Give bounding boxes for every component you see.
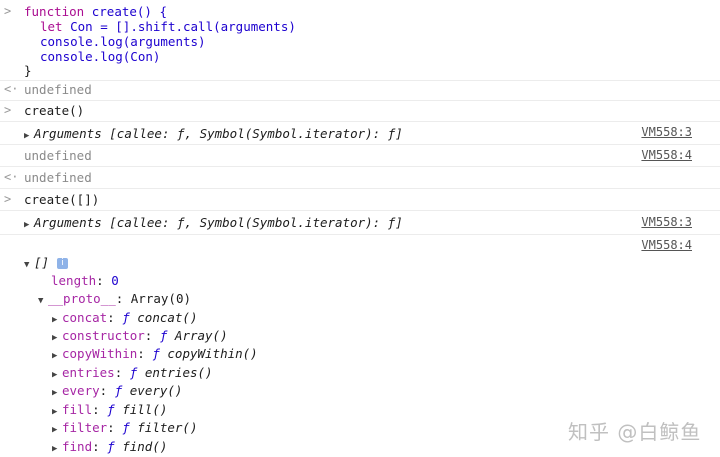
array-root[interactable]: ▼[] i xyxy=(24,255,69,273)
code-line-1: function create() { xyxy=(24,4,168,19)
source-link[interactable]: VM558:3 xyxy=(641,215,692,230)
expand-triangle-icon[interactable]: ▶ xyxy=(52,331,62,346)
command-create: create() xyxy=(24,103,85,118)
console-result-row: <· undefined xyxy=(0,80,720,101)
code-line-5: } xyxy=(24,63,32,78)
input-prompt-icon: > xyxy=(4,4,12,18)
method-filter[interactable]: ▶ filter: ƒ filter() xyxy=(52,420,198,438)
method-concat[interactable]: ▶ concat: ƒ concat() xyxy=(52,310,198,328)
watermark: 知乎 @白鲸鱼 xyxy=(568,420,702,444)
expand-triangle-icon[interactable]: ▶ xyxy=(24,129,34,144)
arguments-object[interactable]: ▶ Arguments [callee: ƒ, Symbol(Symbol.ite… xyxy=(24,126,403,144)
expand-triangle-icon[interactable]: ▶ xyxy=(52,349,62,364)
console-input-row: > function create() { let Con = [].shift… xyxy=(0,0,720,81)
source-link[interactable]: VM558:4 xyxy=(641,148,692,163)
output-prompt-icon: <· xyxy=(4,170,19,184)
result-undefined: undefined xyxy=(24,170,92,185)
log-arguments-row: ▶ Arguments [callee: ƒ, Symbol(Symbol.ite… xyxy=(0,210,720,235)
method-copyWithin[interactable]: ▶ copyWithin: ƒ copyWithin() xyxy=(52,346,258,364)
result-undefined: undefined xyxy=(24,82,92,97)
expand-triangle-icon[interactable]: ▶ xyxy=(52,423,62,438)
arguments-object[interactable]: ▶ Arguments [callee: ƒ, Symbol(Symbol.ite… xyxy=(24,215,403,233)
command-create-array: create([]) xyxy=(24,192,100,207)
expand-triangle-icon[interactable]: ▶ xyxy=(52,386,62,401)
collapse-triangle-icon[interactable]: ▼ xyxy=(38,294,48,309)
source-link[interactable]: VM558:3 xyxy=(641,125,692,140)
expand-triangle-icon[interactable]: ▶ xyxy=(24,218,34,233)
source-link[interactable]: VM558:4 xyxy=(641,238,692,253)
method-every[interactable]: ▶ every: ƒ every() xyxy=(52,383,182,401)
prop-proto[interactable]: ▼ __proto__: Array(0) xyxy=(38,291,191,309)
output-prompt-icon: <· xyxy=(4,82,19,96)
log-arguments-row: ▶ Arguments [callee: ƒ, Symbol(Symbol.ite… xyxy=(0,121,720,145)
code-line-2: let Con = [].shift.call(arguments) xyxy=(40,19,296,34)
console-result-row: <· undefined xyxy=(0,166,720,189)
code-line-3: console.log(arguments) xyxy=(40,34,206,49)
expand-triangle-icon[interactable]: ▶ xyxy=(52,313,62,328)
collapse-triangle-icon[interactable]: ▼ xyxy=(24,258,34,273)
code-line-4: console.log(Con) xyxy=(40,49,161,64)
method-constructor[interactable]: ▶ constructor: ƒ Array() xyxy=(52,328,228,346)
console-input-row-create-array[interactable]: > create([]) xyxy=(0,188,720,211)
log-undefined: undefined xyxy=(24,148,92,163)
input-prompt-icon: > xyxy=(4,103,12,117)
console-input-row-create[interactable]: > create() xyxy=(0,100,720,122)
info-icon[interactable]: i xyxy=(57,258,69,269)
log-undefined-row: undefined VM558:4 xyxy=(0,144,720,167)
prop-length: length: 0 xyxy=(51,273,119,288)
input-prompt-icon: > xyxy=(4,192,12,206)
expand-triangle-icon[interactable]: ▶ xyxy=(52,368,62,383)
method-entries[interactable]: ▶ entries: ƒ entries() xyxy=(52,365,213,383)
method-find[interactable]: ▶ find: ƒ find() xyxy=(52,439,167,457)
method-fill[interactable]: ▶ fill: ƒ fill() xyxy=(52,402,167,420)
expand-triangle-icon[interactable]: ▶ xyxy=(52,405,62,420)
expand-triangle-icon[interactable]: ▶ xyxy=(52,442,62,457)
